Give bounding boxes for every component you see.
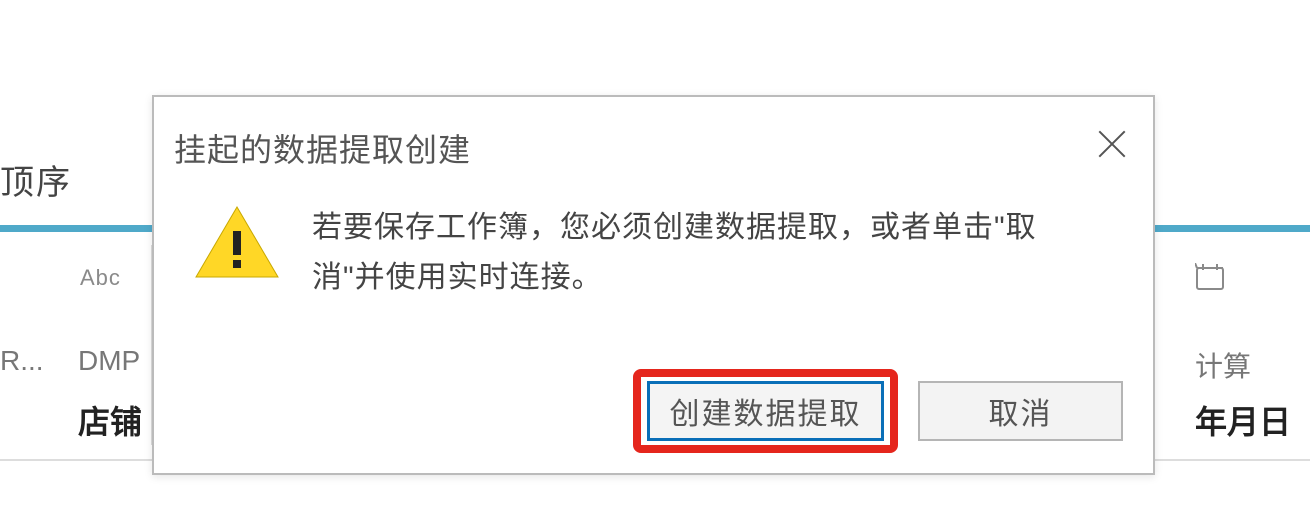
column-right: 计算 年月日 [1155,245,1310,445]
warning-icon [192,203,282,302]
source-label: R... [0,345,44,377]
column-divider-right [1155,225,1310,232]
ymd-label: 年月日 [1195,397,1291,443]
primary-button-highlight: 创建数据提取 [633,369,898,453]
column-divider-left [0,225,152,232]
close-icon[interactable] [1095,127,1129,161]
column-left: Abc R... DMP 店铺 [0,245,152,445]
dialog-pending-extract: 挂起的数据提取创建 若要保存工作簿，您必须创建数据提取，或者单击"取消"并使用实… [152,95,1155,475]
dialog-message: 若要保存工作簿，您必须创建数据提取，或者单击"取消"并使用实时连接。 [312,203,1123,302]
dialog-header: 挂起的数据提取创建 [154,97,1153,169]
dialog-title: 挂起的数据提取创建 [174,125,1153,171]
dmp-label: DMP [78,345,140,377]
calc-label: 计算 [1195,345,1251,385]
sort-order-label: 顶序 [0,155,72,204]
dialog-footer: 创建数据提取 取消 [633,369,1123,453]
create-extract-button[interactable]: 创建数据提取 [647,381,884,441]
type-badge-abc: Abc [80,265,121,291]
cancel-button[interactable]: 取消 [918,381,1123,441]
dialog-body: 若要保存工作簿，您必须创建数据提取，或者单击"取消"并使用实时连接。 [154,169,1153,312]
store-label: 店铺 [78,397,142,443]
date-icon [1195,263,1225,298]
